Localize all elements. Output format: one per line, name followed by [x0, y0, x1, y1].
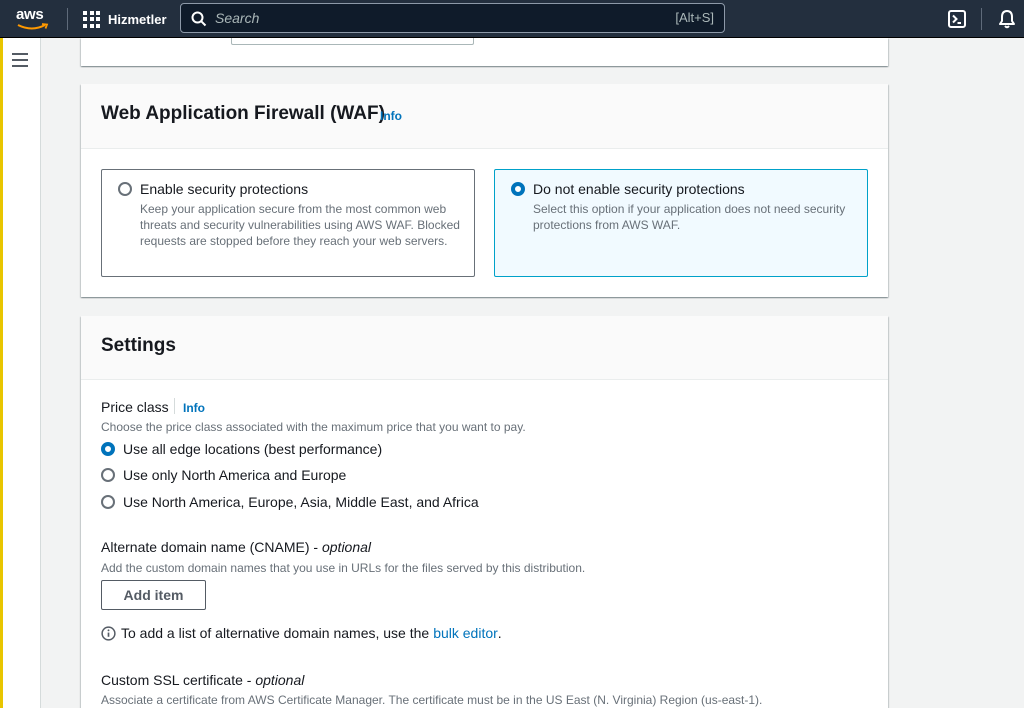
nav-divider — [67, 8, 68, 30]
waf-option-description: Keep your application secure from the mo… — [140, 202, 460, 248]
waf-section: Web Application Firewall (WAF) Info Enab… — [81, 84, 888, 297]
settings-section-header: Settings — [81, 316, 888, 380]
cname-label: Alternate domain name (CNAME) - optional — [101, 539, 372, 555]
side-navigation-rail — [0, 38, 41, 708]
waf-info-link[interactable]: Info — [380, 109, 402, 123]
services-label: Hizmetler — [108, 11, 167, 27]
price-class-option-label: Use North America, Europe, Asia, Middle … — [123, 494, 479, 510]
bulk-editor-link[interactable]: bulk editor — [433, 625, 498, 641]
note-suffix: . — [497, 625, 502, 641]
notifications-bell-icon[interactable] — [997, 9, 1017, 29]
radio-button[interactable] — [101, 495, 115, 509]
add-item-button[interactable]: Add item — [101, 580, 206, 610]
price-class-option-na-eu[interactable]: Use only North America and Europe — [101, 466, 346, 484]
search-shortcut-hint: [Alt+S] — [675, 10, 714, 25]
waf-option-description: Select this option if your application d… — [533, 202, 846, 232]
ssl-certificate-description: Associate a certificate from AWS Certifi… — [101, 693, 763, 707]
price-class-info-link[interactable]: Info — [183, 401, 205, 415]
previous-section-container — [81, 38, 888, 66]
radio-button[interactable] — [101, 468, 115, 482]
info-circle-icon — [101, 625, 116, 641]
optional-tag: optional — [321, 539, 372, 555]
price-class-description: Choose the price class associated with t… — [101, 420, 526, 434]
search-input[interactable] — [215, 8, 635, 28]
aws-logo-text: aws — [16, 6, 44, 23]
radio-button[interactable] — [118, 182, 132, 196]
settings-title: Settings — [101, 335, 176, 356]
aws-logo[interactable]: aws — [16, 6, 52, 32]
settings-section: Settings Price class Info Choose the pri… — [81, 316, 888, 708]
cname-description: Add the custom domain names that you use… — [101, 561, 586, 575]
price-class-option-all[interactable]: Use all edge locations (best performance… — [101, 440, 382, 458]
nav-divider — [981, 8, 982, 30]
top-navigation: aws Hizmetler [Alt+S] — [0, 0, 1024, 38]
services-grid-icon — [83, 10, 100, 28]
services-menu-button[interactable]: Hizmetler — [83, 9, 167, 29]
price-class-label: Price class — [101, 399, 169, 415]
price-class-option-na-eu-asia[interactable]: Use North America, Europe, Asia, Middle … — [101, 493, 479, 511]
search-icon — [191, 11, 207, 27]
price-class-option-label: Use only North America and Europe — [123, 467, 347, 483]
waf-title: Web Application Firewall (WAF) — [101, 103, 385, 124]
waf-option-title: Enable security protections — [140, 181, 309, 197]
menu-hamburger-icon[interactable] — [12, 53, 28, 67]
waf-option-enable[interactable]: Enable security protections Keep your ap… — [101, 169, 475, 277]
note-text: To add a list of alternative domain name… — [121, 625, 430, 641]
label-separator — [174, 398, 175, 414]
bulk-editor-note: To add a list of alternative domain name… — [101, 625, 502, 641]
price-class-option-label: Use all edge locations (best performance… — [123, 441, 383, 457]
aws-smile-icon — [17, 23, 49, 30]
search-box[interactable]: [Alt+S] — [180, 3, 725, 33]
waf-section-header: Web Application Firewall (WAF) Info — [81, 84, 888, 149]
radio-button-checked[interactable] — [101, 442, 115, 456]
waf-option-disable[interactable]: Do not enable security protections Selec… — [494, 169, 868, 277]
cloudshell-icon[interactable] — [947, 9, 967, 29]
radio-button-checked[interactable] — [511, 182, 525, 196]
ssl-certificate-label: Custom SSL certificate - optional — [101, 672, 305, 688]
previous-input-field[interactable] — [231, 38, 474, 45]
waf-option-title: Do not enable security protections — [533, 181, 745, 197]
optional-tag: optional — [255, 672, 305, 688]
